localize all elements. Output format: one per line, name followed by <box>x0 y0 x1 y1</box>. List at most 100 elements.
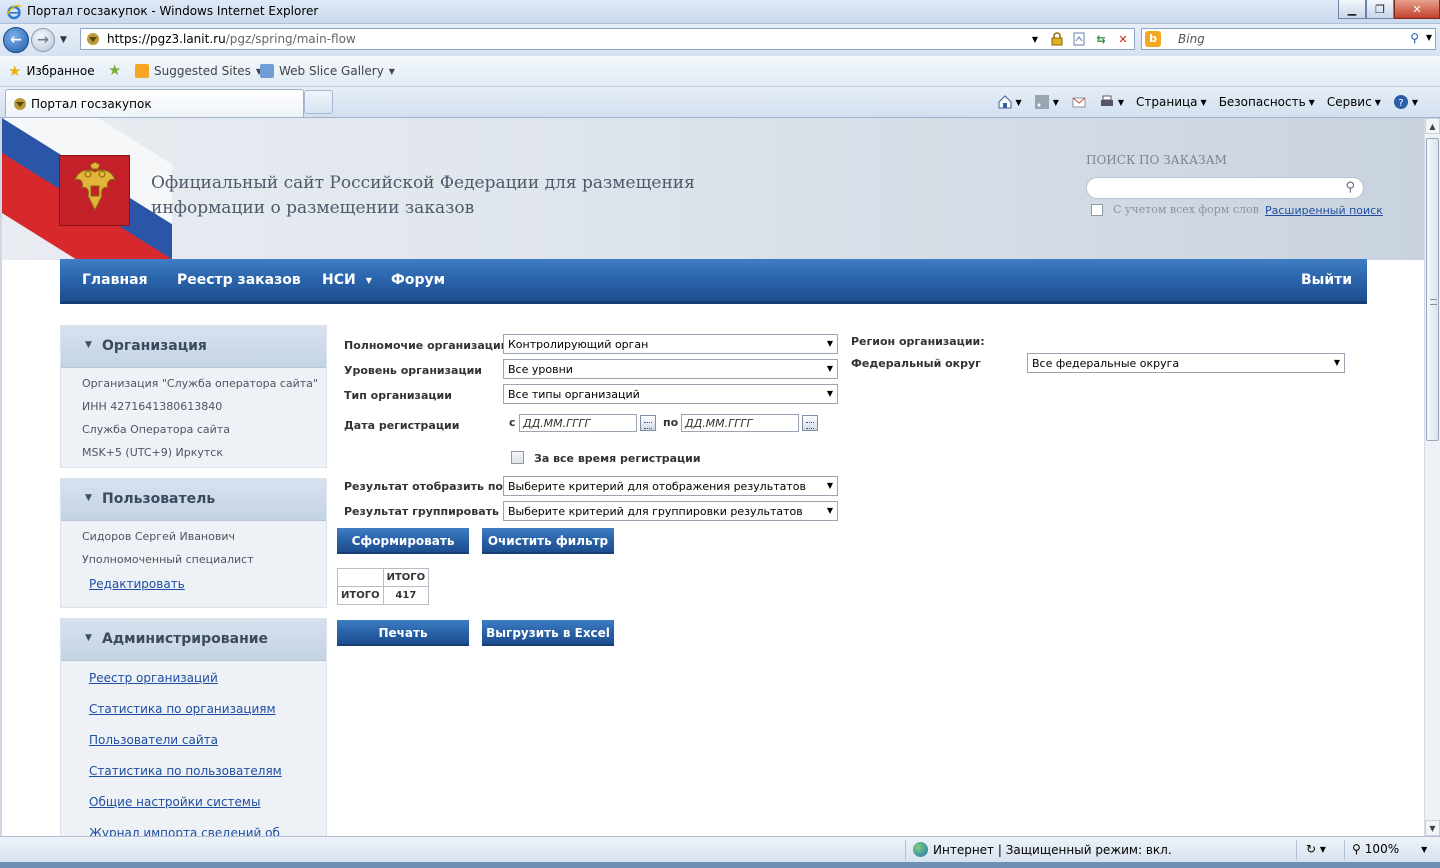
help-button[interactable]: ? ▼ <box>1389 93 1422 111</box>
clear-filter-button[interactable]: Очистить фильтр <box>482 528 614 554</box>
nav-home[interactable]: Главная <box>82 272 148 288</box>
tools-menu-label: Сервис <box>1326 95 1372 109</box>
page-scrollbar[interactable]: ▲ ▼ <box>1424 118 1440 836</box>
logout-link[interactable]: Выйти <box>1301 272 1352 288</box>
safety-menu[interactable]: Безопасность ▼ <box>1215 93 1319 111</box>
scroll-up-icon[interactable]: ▲ <box>1425 118 1440 134</box>
registration-date-label: Дата регистрации <box>344 419 460 432</box>
admin-link-org-registry[interactable]: Реестр организаций <box>89 671 218 685</box>
region-label: Регион организации: <box>851 335 985 348</box>
organization-type: Служба Оператора сайта <box>82 423 230 436</box>
scroll-down-icon[interactable]: ▼ <box>1425 820 1440 836</box>
level-select[interactable]: Все уровни ▼ <box>503 359 838 379</box>
date-from-input[interactable]: ДД.ММ.ГГГГ <box>519 414 637 432</box>
compatibility-view-icon[interactable] <box>1070 30 1088 48</box>
user-role: Уполномоченный специалист <box>82 553 254 566</box>
status-bar: Интернет | Защищенный режим: вкл. ↻ ▾ ⚲ … <box>0 836 1440 862</box>
type-label: Тип организации <box>344 389 452 402</box>
nav-forum[interactable]: Форум <box>391 272 445 288</box>
calendar-icon[interactable] <box>640 415 656 431</box>
order-search-input[interactable]: ⚲ <box>1086 177 1364 199</box>
nav-orders-registry[interactable]: Реестр заказов <box>177 272 301 288</box>
url-path: /pgz/spring/main-flow <box>225 32 356 46</box>
window-title: Портал госзакупок - Windows Internet Exp… <box>27 4 319 18</box>
new-tab-button[interactable] <box>304 90 333 114</box>
edit-profile-link[interactable]: Редактировать <box>89 577 185 591</box>
print-report-button[interactable]: Печать <box>337 620 469 646</box>
zoom-control[interactable]: ⚲ 100% ▼ <box>1352 842 1427 856</box>
favorites-bar: ★ Избранное ★ Suggested Sites ▼ Web Slic… <box>0 56 1440 87</box>
recent-pages-dropdown[interactable]: ▼ <box>60 35 67 45</box>
admin-link-org-statistics[interactable]: Статистика по организациям <box>89 702 276 716</box>
admin-link-site-users[interactable]: Пользователи сайта <box>89 733 218 747</box>
search-placeholder: Bing <box>1178 32 1205 46</box>
district-select[interactable]: Все федеральные округа ▼ <box>1027 353 1345 373</box>
search-icon[interactable]: ⚲ <box>1410 31 1419 45</box>
admin-link-import-log[interactable]: Журнал импорта сведений об <box>89 826 280 836</box>
page-menu[interactable]: Страница ▼ <box>1132 93 1211 111</box>
export-excel-button[interactable]: Выгрузить в Excel <box>482 620 614 646</box>
security-zone[interactable]: Интернет | Защищенный режим: вкл. <box>913 842 1172 857</box>
feeds-button[interactable]: ▼ <box>1030 93 1063 111</box>
search-icon[interactable]: ⚲ <box>1345 180 1355 195</box>
organization-timezone: MSK+5 (UTC+9) Иркутск <box>82 446 223 459</box>
bing-search-box[interactable]: b Bing ⚲ ▼ <box>1141 28 1436 50</box>
coat-of-arms-logo[interactable] <box>59 155 130 226</box>
zoom-level: 100% <box>1364 842 1400 856</box>
administration-panel-title: Администрирование <box>102 631 269 647</box>
admin-link-system-settings[interactable]: Общие настройки системы <box>89 795 260 809</box>
search-options-dropdown[interactable]: ▼ <box>1426 33 1432 42</box>
administration-panel: ▼ Администрирование Реестр организаций С… <box>60 618 327 836</box>
address-bar[interactable]: https://pgz3.lanit.ru/pgz/spring/main-fl… <box>80 28 1135 50</box>
star-icon: ★ <box>8 62 22 80</box>
chevron-down-icon: ▼ <box>85 633 92 643</box>
level-value: Все уровни <box>508 363 573 376</box>
advanced-search-link[interactable]: Расширенный поиск <box>1265 204 1383 217</box>
group-by-select[interactable]: Выберите критерий для группировки резуль… <box>503 501 838 521</box>
date-to-input[interactable]: ДД.ММ.ГГГГ <box>681 414 799 432</box>
generate-report-button[interactable]: Сформировать отчет <box>337 528 469 574</box>
authority-select[interactable]: Контролирующий орган ▼ <box>503 334 838 354</box>
address-url[interactable]: https://pgz3.lanit.ru/pgz/spring/main-fl… <box>107 32 356 46</box>
add-to-favorites-bar-button[interactable]: ★ <box>108 63 121 78</box>
calendar-icon[interactable] <box>802 415 818 431</box>
tools-menu[interactable]: Сервис ▼ <box>1323 93 1385 111</box>
word-forms-checkbox[interactable] <box>1091 203 1103 216</box>
tab-portal[interactable]: Портал госзакупок <box>5 89 304 117</box>
print-button[interactable]: ▼ <box>1095 93 1128 111</box>
close-window-button[interactable]: ✕ <box>1394 0 1440 19</box>
type-select[interactable]: Все типы организаций ▼ <box>503 384 838 404</box>
nav-nsi[interactable]: НСИ ▼ <box>322 272 372 288</box>
protected-mode-icon[interactable]: ↻ ▾ <box>1306 842 1326 856</box>
chevron-down-icon: ▼ <box>1421 844 1428 854</box>
window-titlebar: Портал госзакупок - Windows Internet Exp… <box>0 0 1440 24</box>
maximize-button[interactable]: ❐ <box>1366 0 1394 19</box>
word-forms-label: С учетом всех форм слов <box>1113 203 1259 216</box>
user-panel-header[interactable]: ▼ Пользователь <box>61 479 326 521</box>
lock-icon[interactable] <box>1048 30 1066 48</box>
site-title-line2: информации о размещении заказов <box>151 198 475 218</box>
read-mail-button[interactable] <box>1067 93 1091 111</box>
display-by-select[interactable]: Выберите критерий для отображения резуль… <box>503 476 838 496</box>
web-slice-gallery-link[interactable]: Web Slice Gallery ▼ <box>260 64 395 78</box>
address-dropdown-icon[interactable]: ▼ <box>1026 30 1044 48</box>
site-header: Официальный сайт Российской Федерации дл… <box>2 118 1424 260</box>
url-host: https://pgz3.lanit.ru <box>107 32 226 46</box>
refresh-icon[interactable]: ⇆ <box>1092 30 1110 48</box>
forward-button[interactable]: → <box>31 28 55 52</box>
type-value: Все типы организаций <box>508 388 640 401</box>
minimize-button[interactable]: ▁ <box>1338 0 1366 19</box>
arrow-right-icon: → <box>37 32 49 48</box>
administration-panel-header[interactable]: ▼ Администрирование <box>61 619 326 661</box>
back-button[interactable]: ← <box>3 27 29 53</box>
organization-panel-header[interactable]: ▼ Организация <box>61 326 326 368</box>
home-button[interactable]: ▼ <box>993 93 1026 111</box>
all-time-checkbox[interactable] <box>511 451 524 464</box>
table-corner-cell <box>337 568 384 587</box>
stop-icon[interactable]: ✕ <box>1114 30 1132 48</box>
chevron-down-icon: ▼ <box>1333 358 1340 367</box>
favorites-button[interactable]: ★ Избранное <box>8 62 95 80</box>
scrollbar-thumb[interactable] <box>1426 138 1439 441</box>
admin-link-user-statistics[interactable]: Статистика по пользователям <box>89 764 282 778</box>
suggested-sites-link[interactable]: Suggested Sites ▼ <box>135 64 262 78</box>
